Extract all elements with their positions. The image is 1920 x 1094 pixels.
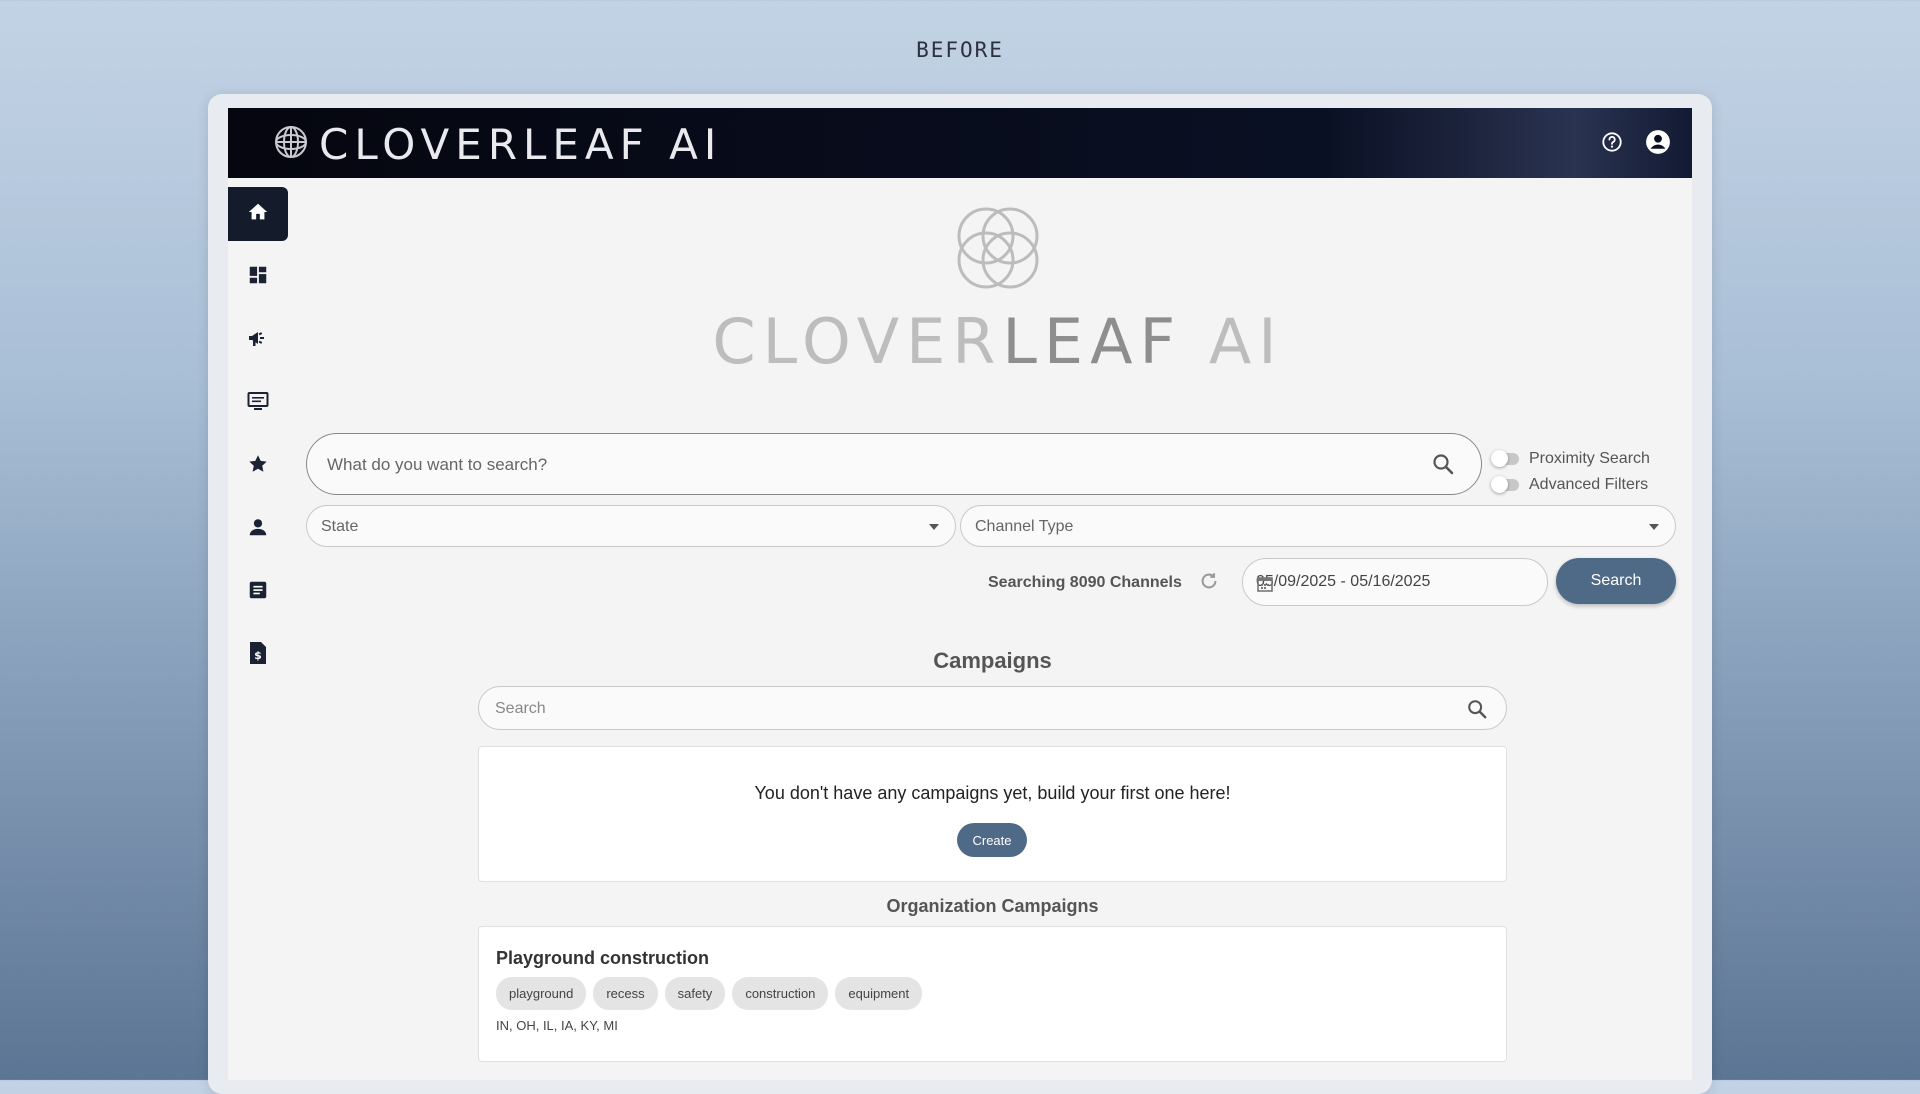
sidebar-item-favorites[interactable] [228,439,288,493]
channel-type-placeholder: Channel Type [975,518,1074,535]
campaign-tag[interactable]: equipment [835,977,923,1010]
proximity-search-label: Proximity Search [1529,450,1650,467]
chevron-down-icon [1649,524,1659,530]
campaign-tag[interactable]: construction [732,977,829,1010]
dashboard-icon [247,264,269,291]
advanced-filters-label: Advanced Filters [1529,476,1649,493]
search-icon[interactable] [1466,698,1488,725]
invoice-icon: $ [247,641,269,670]
globe-icon [273,124,309,165]
search-toggles: Proximity Search Advanced Filters [1491,446,1650,498]
campaign-states: IN, OH, IL, IA, KY, MI [496,1018,618,1033]
campaign-tag[interactable]: safety [664,977,726,1010]
hero-title: CLOVERLEAF AI [698,305,1298,378]
campaign-tags: playground recess safety construction eq… [496,977,923,1010]
brand[interactable]: CLOVERLEAF AI [273,120,722,169]
org-campaign-name: Playground construction [496,948,710,968]
hero-globe-icon [950,207,1046,300]
advanced-filters-toggle[interactable]: Advanced Filters [1491,472,1650,498]
channels-icon [246,389,270,418]
main-search-bar [306,433,1482,496]
state-select-placeholder: State [321,518,359,535]
search-icon[interactable] [1431,452,1455,481]
app-window: CLOVERLEAF AI $ CLOVERLEAF AI What do yo… [228,108,1692,1080]
article-icon [247,579,269,606]
help-icon[interactable] [1598,128,1626,156]
svg-text:$: $ [254,649,262,662]
hero-title-light: CLOVER [712,305,1003,378]
campaigns-title: Campaigns [933,648,1052,673]
sidebar-item-articles[interactable] [228,565,288,619]
caption-label: BEFORE [916,38,1004,62]
person-icon [247,516,269,543]
toggle-switch[interactable] [1491,476,1519,493]
empty-campaigns-message: You don't have any campaigns yet, build … [754,783,1231,803]
proximity-search-toggle[interactable]: Proximity Search [1491,446,1650,472]
state-select[interactable]: State [306,505,956,547]
star-icon [247,453,269,480]
hero-title-end: AI [1182,305,1284,378]
campaign-tag[interactable]: playground [496,977,587,1010]
brand-name: CLOVERLEAF AI [319,120,723,169]
sidebar: $ [228,187,288,691]
campaign-icon [246,326,270,355]
sidebar-item-campaigns[interactable] [228,313,288,367]
empty-campaigns-card: You don't have any campaigns yet, build … [478,746,1507,882]
sidebar-item-home[interactable] [228,187,288,241]
home-icon [247,201,269,228]
campaign-search-input[interactable] [493,687,1417,731]
hero-title-dark: LEAF [1002,305,1183,378]
campaign-search-bar [478,686,1507,731]
hero-logo: CLOVERLEAF AI [698,200,1298,378]
search-button[interactable]: Search [1556,558,1676,604]
create-campaign-button[interactable]: Create [957,823,1027,857]
org-campaign-card[interactable]: Playground construction playground reces… [478,926,1507,1062]
main-search-input[interactable] [325,434,1389,496]
sidebar-item-dashboard[interactable] [228,250,288,304]
date-range-picker[interactable]: 05/09/2025 - 05/16/2025 [1242,558,1548,606]
toggle-switch[interactable] [1491,450,1519,467]
account-icon[interactable] [1644,128,1672,156]
campaign-tag[interactable]: recess [593,977,658,1010]
channel-type-select[interactable]: Channel Type [960,505,1676,547]
sidebar-item-profile[interactable] [228,502,288,556]
refresh-icon[interactable] [1198,570,1220,597]
sidebar-item-channels[interactable] [228,376,288,430]
top-bar: CLOVERLEAF AI [228,108,1692,178]
org-campaigns-title: Organization Campaigns [886,896,1099,916]
sidebar-item-invoices[interactable]: $ [228,628,288,682]
chevron-down-icon [929,524,939,530]
channel-count-status: Searching 8090 Channels [988,574,1182,591]
calendar-icon[interactable] [1256,575,1533,598]
